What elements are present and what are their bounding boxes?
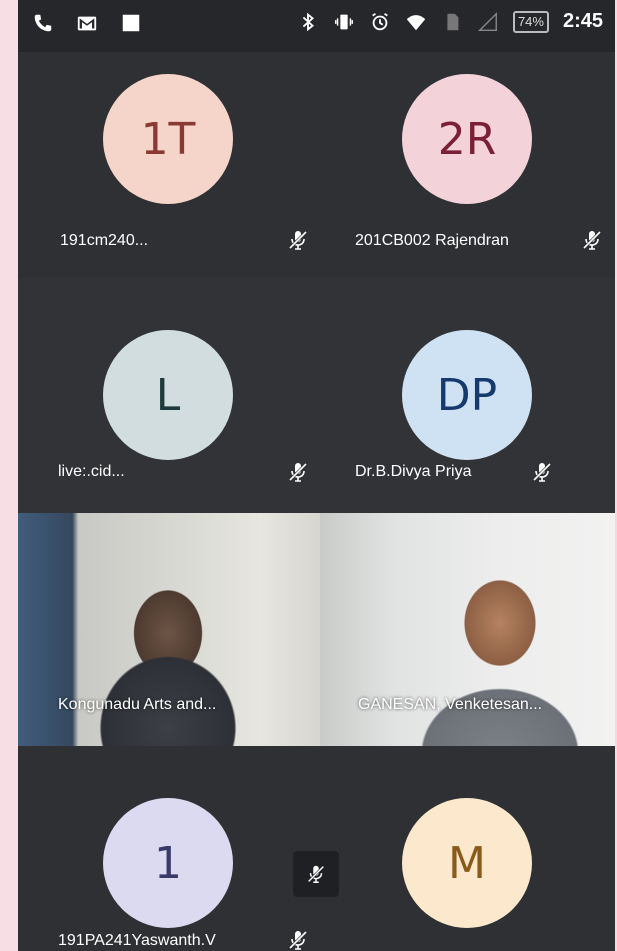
- mic-off-icon: [532, 462, 552, 482]
- status-bar-left: [32, 12, 142, 34]
- mic-off-icon: [307, 865, 325, 883]
- alarm-icon: [372, 12, 388, 30]
- sim-icon: [447, 13, 459, 30]
- avatar: 1T: [103, 74, 233, 204]
- call-screen: 74% 2:45 1T 191cm240... 2R 201CB002 Raje…: [18, 0, 615, 951]
- video-participant-name: Kongunadu Arts and...: [58, 696, 217, 713]
- status-bar: 74% 2:45: [18, 0, 615, 52]
- mic-off-icon: [582, 230, 602, 250]
- participant-row-4: 1 191PA241Yaswanth.V M: [18, 746, 615, 951]
- avatar: 1: [103, 798, 233, 928]
- avatar: DP: [402, 330, 532, 460]
- avatar: 2R: [402, 74, 532, 204]
- participant-tile[interactable]: 2R 201CB002 Rajendran: [320, 52, 615, 278]
- phone-icon: [34, 14, 52, 32]
- status-bar-right: 74% 2:45: [297, 10, 603, 33]
- signal-icon: [478, 11, 497, 31]
- participant-tile[interactable]: 1 191PA241Yaswanth.V: [18, 746, 320, 951]
- mute-toggle-button[interactable]: [293, 851, 339, 897]
- participant-tile[interactable]: 1T 191cm240...: [18, 52, 320, 278]
- video-participant-name: GANESAN, Venketesan...: [358, 696, 543, 713]
- participant-name: live:.cid...: [58, 463, 125, 480]
- mic-off-icon: [288, 462, 308, 482]
- wifi-icon: [406, 14, 426, 30]
- participant-name: 191cm240...: [60, 232, 149, 249]
- participant-name: Dr.B.Divya Priya: [355, 463, 472, 480]
- vibrate-icon: [334, 14, 353, 29]
- participant-tile[interactable]: L live:.cid...: [18, 278, 320, 513]
- battery-indicator: 74%: [512, 10, 549, 33]
- participant-row-1: 1T 191cm240... 2R 201CB002 Rajendran: [18, 52, 615, 278]
- clock: 2:45: [562, 10, 603, 32]
- mic-off-icon: [288, 930, 308, 950]
- bluetooth-icon: [302, 12, 314, 31]
- avatar: L: [103, 330, 233, 460]
- avatar: M: [402, 798, 532, 928]
- participant-row-2: L live:.cid... DP Dr.B.Divya Priya: [18, 278, 615, 513]
- participant-name: 191PA241Yaswanth.V: [58, 932, 216, 949]
- video-tile[interactable]: Kongunadu Arts and...: [18, 513, 320, 746]
- notification-square-icon: [122, 14, 140, 32]
- video-tile[interactable]: GANESAN, Venketesan...: [320, 513, 615, 746]
- participant-tile[interactable]: M: [320, 746, 615, 951]
- participant-tile[interactable]: DP Dr.B.Divya Priya: [320, 278, 615, 513]
- mic-off-icon: [288, 230, 308, 250]
- gmail-icon: [77, 16, 97, 31]
- participant-name: 201CB002 Rajendran: [355, 232, 509, 249]
